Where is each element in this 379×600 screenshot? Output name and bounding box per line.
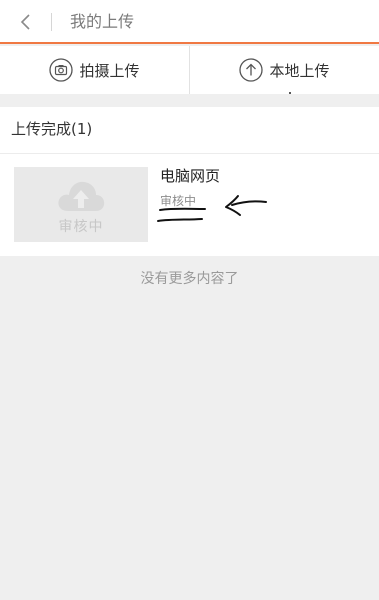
handwritten-annotation <box>157 195 267 222</box>
camera-icon <box>49 58 74 82</box>
local-upload-button[interactable]: 本地上传 <box>190 46 379 94</box>
local-upload-label: 本地上传 <box>269 61 330 80</box>
upload-list-panel: 上传完成(1) 审核中 电脑网页 审核中 <box>0 107 379 256</box>
stray-mark <box>289 92 291 94</box>
section-title: 上传完成(1) <box>11 120 93 138</box>
chevron-left-icon <box>20 14 30 30</box>
header-bar: 我的上传 <box>0 0 379 44</box>
capture-upload-label: 拍摄上传 <box>79 61 140 80</box>
thumbnail-status-text: 审核中 <box>58 219 104 235</box>
page-title: 我的上传 <box>70 12 135 31</box>
back-button[interactable] <box>14 10 38 34</box>
item-title[interactable]: 电脑网页 <box>160 166 220 186</box>
header-divider <box>51 13 52 31</box>
no-more-content-text: 没有更多内容了 <box>140 271 239 287</box>
capture-upload-button[interactable]: 拍摄上传 <box>0 46 189 94</box>
upload-arrow-icon <box>239 58 264 82</box>
upload-thumbnail[interactable]: 审核中 <box>14 167 148 242</box>
cloud-upload-icon <box>58 181 105 211</box>
upload-toolbar: 拍摄上传 本地上传 <box>0 46 379 94</box>
section-divider <box>0 153 379 154</box>
